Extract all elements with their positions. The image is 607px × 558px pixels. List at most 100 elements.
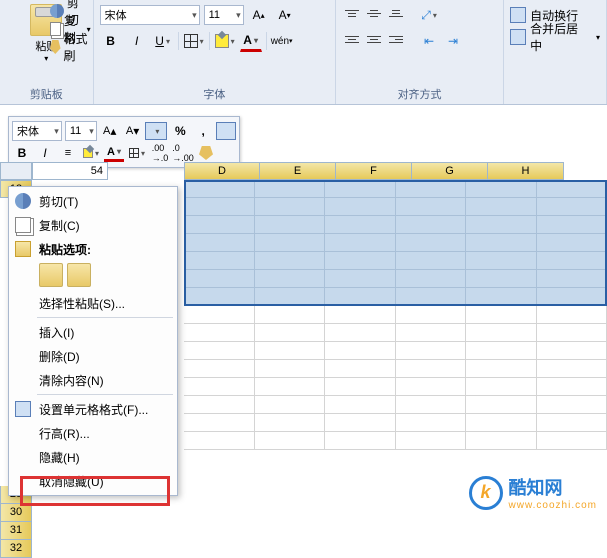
format-painter-button[interactable]: 格式刷 — [48, 38, 93, 56]
bold-button[interactable]: B — [100, 30, 122, 52]
border-icon — [129, 148, 139, 158]
table-row[interactable] — [184, 216, 607, 234]
menu-format-cells[interactable]: 设置单元格格式(F)... — [11, 397, 175, 421]
align-bottom-button[interactable] — [386, 4, 406, 22]
orientation-button[interactable]: ⤢ — [418, 4, 440, 26]
border-icon — [184, 34, 198, 48]
increase-indent-button[interactable]: ⇥ — [442, 30, 464, 52]
border-button[interactable] — [183, 30, 205, 52]
active-cell[interactable]: 54 — [32, 162, 108, 180]
watermark: k 酷知网 www.coozhi.com — [469, 474, 597, 511]
align-right-button[interactable] — [386, 30, 406, 48]
mini-border[interactable] — [127, 144, 147, 162]
menu-delete[interactable]: 删除(D) — [11, 344, 175, 368]
column-header[interactable]: D — [184, 162, 260, 180]
table-row[interactable] — [184, 360, 607, 378]
table-row[interactable] — [184, 414, 607, 432]
paste-option-2[interactable] — [67, 263, 91, 287]
scissors-icon — [50, 4, 64, 18]
mini-grow-font[interactable]: A▴ — [100, 122, 120, 140]
align-middle-button[interactable] — [364, 4, 384, 22]
brush-icon — [50, 40, 61, 54]
mini-bold[interactable]: B — [12, 144, 32, 162]
menu-paste-special[interactable]: 选择性粘贴(S)... — [11, 291, 175, 315]
mini-style-button[interactable] — [145, 122, 167, 140]
decrease-indent-button[interactable]: ⇤ — [418, 30, 440, 52]
mini-inc-decimal[interactable]: .00→.0 — [150, 144, 170, 162]
table-row[interactable] — [184, 378, 607, 396]
mini-fill[interactable] — [81, 144, 101, 162]
mini-brush[interactable] — [196, 144, 216, 162]
table-row[interactable] — [184, 288, 607, 306]
bucket-icon — [83, 148, 93, 158]
italic-button[interactable]: I — [126, 30, 148, 52]
context-menu: 剪切(T) 复制(C) 粘贴选项: 选择性粘贴(S)... 插入(I) 删除(D… — [8, 186, 178, 496]
ribbon: 粘贴 ▾ 剪切 复制▾ 格式刷 剪贴板 宋体 11 A▴ A▾ B I U A … — [0, 0, 607, 105]
mini-align[interactable]: ≡ — [58, 144, 78, 162]
font-size-combo[interactable]: 11 — [204, 5, 244, 25]
paste-option-1[interactable] — [39, 263, 63, 287]
bucket-icon — [215, 34, 229, 48]
table-row[interactable] — [184, 180, 607, 198]
underline-button[interactable]: U — [152, 30, 174, 52]
table-row[interactable] — [184, 270, 607, 288]
copy-icon — [15, 217, 31, 233]
align-top-button[interactable] — [342, 4, 362, 22]
group-clipboard: 粘贴 ▾ 剪切 复制▾ 格式刷 剪贴板 — [0, 0, 94, 104]
mini-font-color[interactable]: A — [104, 144, 124, 162]
menu-paste-options: 粘贴选项: — [11, 237, 175, 261]
row-header[interactable]: 30 — [0, 504, 32, 522]
fill-color-button[interactable] — [214, 30, 236, 52]
column-header[interactable]: F — [336, 162, 412, 180]
menu-unhide[interactable]: 取消隐藏(U) — [11, 469, 175, 493]
menu-row-height[interactable]: 行高(R)... — [11, 421, 175, 445]
mini-percent-button[interactable]: % — [170, 122, 190, 140]
logo-icon: k — [469, 476, 503, 510]
align-left-button[interactable] — [342, 30, 362, 48]
column-header[interactable]: G — [412, 162, 488, 180]
phonetic-button[interactable]: wén▾ — [271, 30, 293, 52]
mini-format-button[interactable] — [216, 122, 236, 140]
menu-copy[interactable]: 复制(C) — [11, 213, 175, 237]
copy-icon — [50, 22, 61, 36]
clipboard-icon — [15, 241, 31, 257]
mini-comma-button[interactable]: , — [193, 122, 213, 140]
mini-font-combo[interactable]: 宋体 — [12, 121, 62, 141]
table-row[interactable] — [184, 198, 607, 216]
group-wrap: 自动换行 合并后居中▾ — [504, 0, 607, 104]
group-label: 对齐方式 — [336, 86, 503, 102]
format-icon — [15, 401, 31, 417]
row-header[interactable]: 32 — [0, 540, 32, 558]
table-row[interactable] — [184, 234, 607, 252]
menu-hide[interactable]: 隐藏(H) — [11, 445, 175, 469]
column-header[interactable]: E — [260, 162, 336, 180]
menu-cut[interactable]: 剪切(T) — [11, 189, 175, 213]
mini-size-combo[interactable]: 11 — [65, 121, 97, 141]
mini-italic[interactable]: I — [35, 144, 55, 162]
brush-icon — [199, 146, 213, 160]
row-header[interactable]: 31 — [0, 522, 32, 540]
mini-toolbar: 宋体 11 A▴ A▾ % , B I ≡ A .00→.0 .0→.00 — [8, 116, 240, 168]
table-row[interactable] — [184, 396, 607, 414]
column-header[interactable]: H — [488, 162, 564, 180]
grow-font-button[interactable]: A▴ — [248, 4, 270, 26]
table-row[interactable] — [184, 432, 607, 450]
wrap-icon — [510, 7, 526, 23]
mini-shrink-font[interactable]: A▾ — [123, 122, 143, 140]
select-all-corner[interactable] — [0, 162, 32, 180]
table-row[interactable] — [184, 252, 607, 270]
group-alignment: ⤢ ⇤ ⇥ 对齐方式 — [336, 0, 504, 104]
table-row[interactable] — [184, 324, 607, 342]
group-label: 字体 — [94, 86, 335, 102]
merge-center-button[interactable]: 合并后居中▾ — [508, 26, 602, 48]
font-name-combo[interactable]: 宋体 — [100, 5, 200, 25]
font-color-button[interactable]: A — [240, 30, 262, 52]
table-row[interactable] — [184, 342, 607, 360]
mini-dec-decimal[interactable]: .0→.00 — [173, 144, 193, 162]
menu-insert[interactable]: 插入(I) — [11, 320, 175, 344]
menu-clear[interactable]: 清除内容(N) — [11, 368, 175, 392]
shrink-font-button[interactable]: A▾ — [274, 4, 296, 26]
table-row[interactable] — [184, 306, 607, 324]
align-center-button[interactable] — [364, 30, 384, 48]
group-font: 宋体 11 A▴ A▾ B I U A wén▾ 字体 — [94, 0, 336, 104]
